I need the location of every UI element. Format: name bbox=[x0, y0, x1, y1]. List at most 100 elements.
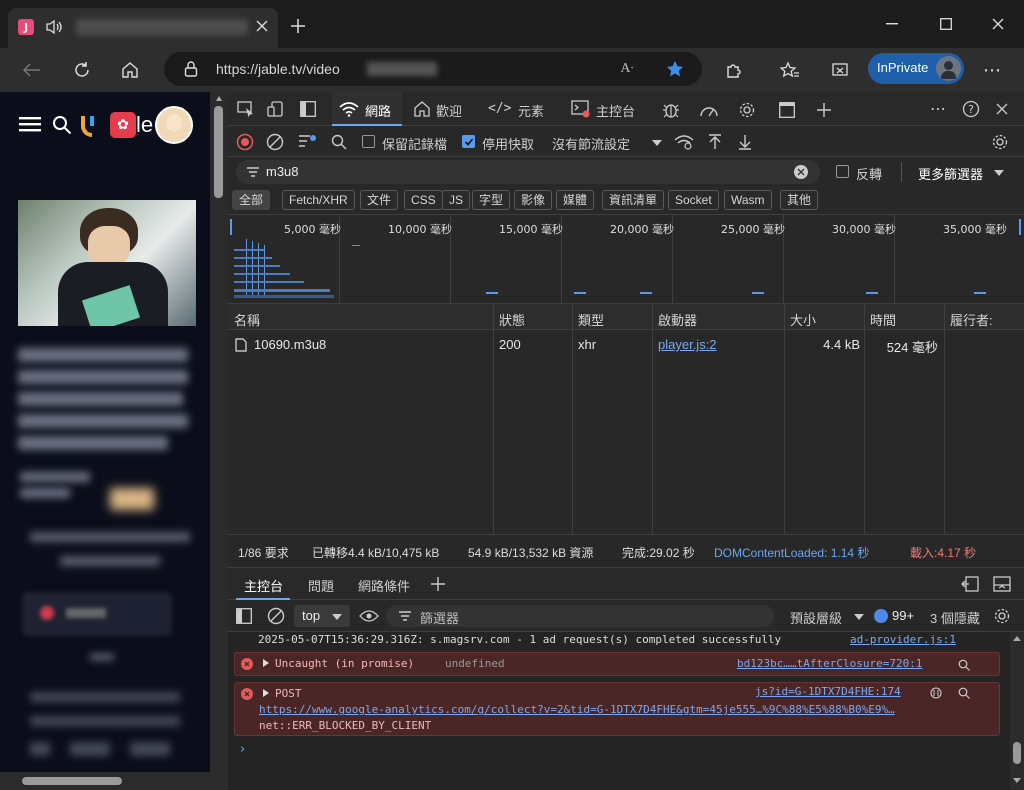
speaker-icon[interactable] bbox=[44, 17, 64, 37]
user-avatar[interactable] bbox=[155, 106, 193, 144]
home-icon[interactable] bbox=[118, 58, 142, 82]
console-error-line[interactable]: POST js?id=G-1DTX7D4FHE:174 https://www.… bbox=[234, 682, 1000, 736]
tab-elements[interactable]: </> 元素 bbox=[484, 92, 556, 126]
post-url-link[interactable]: https://www.google-analytics.com/g/colle… bbox=[259, 703, 895, 716]
filter-settings-icon[interactable] bbox=[298, 133, 318, 151]
browser-tab[interactable]: J bbox=[8, 8, 278, 48]
request-initiator-link[interactable]: player.js:2 bbox=[658, 337, 717, 352]
clear-console-icon[interactable] bbox=[266, 607, 286, 625]
expand-triangle-icon[interactable] bbox=[263, 689, 269, 697]
search-icon[interactable] bbox=[50, 114, 74, 136]
filter-type-button[interactable]: 文件 bbox=[360, 190, 399, 210]
hscroll-thumb[interactable] bbox=[22, 777, 122, 785]
clear-filter-icon[interactable] bbox=[794, 165, 808, 179]
network-request-icon[interactable] bbox=[929, 686, 943, 700]
context-select[interactable]: top bbox=[294, 605, 350, 627]
console-prompt-icon[interactable]: › bbox=[240, 742, 245, 757]
drawer-tab-issues[interactable]: 問題 bbox=[308, 576, 334, 595]
console-scrollbar[interactable] bbox=[1010, 632, 1024, 790]
device-emulation-icon[interactable] bbox=[266, 100, 286, 118]
live-expression-eye-icon[interactable] bbox=[358, 607, 380, 625]
column-header-initiator[interactable]: 啟動器 bbox=[658, 310, 697, 329]
close-window-icon[interactable] bbox=[986, 12, 1010, 36]
post-source-link[interactable]: js?id=G-1DTX7D4FHE:174 bbox=[755, 685, 901, 698]
filter-type-button[interactable]: Socket bbox=[668, 190, 719, 210]
column-header-fulfilled-by[interactable]: 履行者: bbox=[950, 310, 993, 329]
network-settings-gear-icon[interactable] bbox=[990, 132, 1010, 152]
search-icon[interactable] bbox=[330, 133, 348, 151]
preserve-log-checkbox[interactable] bbox=[362, 135, 375, 148]
action-button-redacted[interactable] bbox=[22, 592, 172, 636]
bug-icon[interactable] bbox=[660, 100, 682, 120]
drawer-tab-console[interactable]: 主控台 bbox=[236, 568, 290, 600]
column-header-status[interactable]: 狀態 bbox=[499, 310, 525, 329]
filter-type-button[interactable]: Wasm bbox=[724, 190, 772, 210]
filter-type-button[interactable]: 字型 bbox=[472, 190, 511, 210]
console-scroll-thumb[interactable] bbox=[1013, 742, 1021, 764]
filter-type-button[interactable]: 資訊清單 bbox=[602, 190, 665, 210]
drawer-tab-network-conditions[interactable]: 網路條件 bbox=[358, 576, 410, 595]
vertical-scrollbar[interactable] bbox=[210, 92, 228, 772]
search-icon[interactable] bbox=[957, 686, 971, 700]
filter-type-button[interactable]: 影像 bbox=[514, 190, 553, 210]
throttling-select[interactable]: 沒有節流設定 bbox=[552, 134, 630, 153]
more-tools-plus-icon[interactable] bbox=[814, 100, 834, 120]
close-drawer-icon[interactable] bbox=[992, 575, 1012, 593]
column-header-type[interactable]: 類型 bbox=[578, 310, 604, 329]
invert-checkbox[interactable] bbox=[836, 165, 849, 178]
application-icon[interactable] bbox=[776, 100, 798, 120]
record-icon[interactable] bbox=[236, 133, 254, 151]
column-header-size[interactable]: 大小 bbox=[790, 310, 816, 329]
dock-drawer-icon[interactable] bbox=[960, 575, 980, 593]
disable-cache-checkbox[interactable] bbox=[462, 135, 475, 148]
throttle-chevron-down-icon[interactable] bbox=[652, 140, 662, 146]
inprivate-badge[interactable]: InPrivate bbox=[868, 53, 964, 84]
column-header-time[interactable]: 時間 bbox=[870, 310, 896, 329]
performance-icon[interactable] bbox=[698, 100, 720, 120]
network-conditions-icon[interactable] bbox=[674, 133, 694, 151]
table-row[interactable]: 10690.m3u8 200 xhr player.js:2 4.4 kB 52… bbox=[228, 332, 1024, 358]
horizontal-scrollbar[interactable] bbox=[0, 772, 228, 790]
tab-console[interactable]: 主控台 bbox=[566, 92, 646, 126]
export-har-icon[interactable] bbox=[736, 133, 754, 151]
lock-icon[interactable] bbox=[182, 60, 200, 78]
hamburger-icon[interactable] bbox=[18, 114, 42, 134]
import-har-icon[interactable] bbox=[706, 133, 724, 151]
inspect-icon[interactable] bbox=[236, 100, 256, 118]
read-aloud-icon[interactable]: Aᐩ bbox=[616, 59, 638, 79]
log-levels-select[interactable]: 預設層級 bbox=[790, 608, 842, 627]
close-devtools-icon[interactable] bbox=[992, 99, 1012, 119]
minimize-icon[interactable] bbox=[880, 12, 904, 36]
console-error-line[interactable]: Uncaught (in promise) undefined bd123bc…… bbox=[234, 652, 1000, 676]
filter-type-button[interactable]: JS bbox=[442, 190, 471, 210]
clear-icon[interactable] bbox=[266, 133, 284, 151]
close-tab-icon[interactable] bbox=[254, 18, 270, 34]
levels-chevron-down-icon[interactable] bbox=[854, 614, 864, 620]
tab-welcome[interactable]: 歡迎 bbox=[408, 92, 476, 126]
favorites-icon[interactable] bbox=[778, 58, 802, 82]
more-filters-button[interactable]: 更多篩選器 bbox=[918, 164, 983, 183]
add-drawer-tab-plus-icon[interactable] bbox=[430, 576, 446, 592]
extensions-icon[interactable] bbox=[722, 58, 746, 82]
filter-type-button[interactable]: 其他 bbox=[780, 190, 819, 210]
search-icon[interactable] bbox=[957, 658, 971, 672]
issues-count[interactable]: 99+ bbox=[892, 608, 914, 623]
filter-input[interactable]: m3u8 bbox=[236, 160, 820, 184]
filter-type-button[interactable]: Fetch/XHR bbox=[282, 190, 355, 210]
address-bar[interactable]: https://jable.tv/video Aᐩ bbox=[164, 52, 702, 86]
console-settings-gear-icon[interactable] bbox=[992, 606, 1012, 626]
sidebar-toggle-icon[interactable] bbox=[298, 100, 318, 118]
expand-triangle-icon[interactable] bbox=[263, 659, 269, 667]
maximize-icon[interactable] bbox=[934, 12, 958, 36]
console-sidebar-icon[interactable] bbox=[234, 607, 254, 625]
console-filter-input[interactable]: 篩選器 bbox=[386, 605, 774, 627]
filter-type-button[interactable]: 媒體 bbox=[556, 190, 595, 210]
more-filters-chevron-down-icon[interactable] bbox=[994, 170, 1004, 176]
video-thumbnail[interactable] bbox=[18, 200, 196, 326]
column-header-name[interactable]: 名稱 bbox=[234, 310, 260, 329]
tab-network[interactable]: 網路 bbox=[332, 92, 402, 126]
timeline-overview[interactable]: 5,000 毫秒 10,000 毫秒 15,000 毫秒 20,000 毫秒 2… bbox=[228, 214, 1024, 305]
help-icon[interactable]: ? bbox=[961, 99, 981, 119]
site-logo[interactable] bbox=[80, 112, 106, 138]
new-tab-icon[interactable] bbox=[286, 14, 310, 38]
